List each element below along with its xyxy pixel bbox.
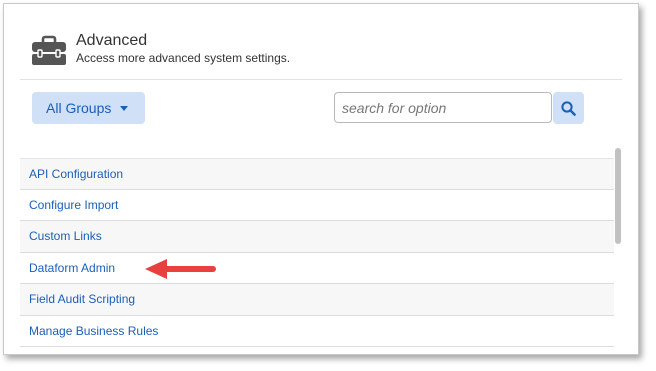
list-item[interactable]: Field Audit Scripting — [20, 284, 614, 316]
list-item[interactable]: Configure Import — [20, 189, 614, 221]
scrollbar-thumb[interactable] — [615, 148, 621, 244]
page-subtitle: Access more advanced system settings. — [76, 51, 291, 65]
list-item[interactable]: Manage Business Rules — [20, 315, 614, 347]
group-filter-dropdown[interactable]: All Groups — [32, 92, 145, 124]
panel-header: Advanced Access more advanced system set… — [4, 4, 638, 80]
option-link-dataform-admin[interactable]: Dataform Admin — [29, 261, 115, 275]
advanced-settings-panel: Advanced Access more advanced system set… — [3, 3, 639, 355]
header-divider — [20, 79, 622, 80]
search-icon — [561, 100, 576, 116]
annotation-arrow-icon — [145, 259, 216, 279]
group-filter-label: All Groups — [46, 100, 112, 116]
caret-down-icon — [120, 105, 129, 111]
option-link-field-audit-scripting[interactable]: Field Audit Scripting — [29, 292, 135, 306]
option-link-manage-business-rules[interactable]: Manage Business Rules — [29, 324, 158, 338]
option-link-custom-links[interactable]: Custom Links — [29, 229, 102, 243]
list-item[interactable]: Custom Links — [20, 221, 614, 253]
page-title: Advanced — [76, 32, 148, 49]
list-item[interactable]: API Configuration — [20, 158, 614, 190]
search-button[interactable] — [553, 92, 584, 124]
option-link-api-configuration[interactable]: API Configuration — [29, 167, 123, 181]
options-list: API Configuration Configure Import Custo… — [20, 158, 614, 354]
list-scrollbar[interactable] — [615, 146, 621, 354]
list-item[interactable]: Dataform Admin — [20, 252, 614, 284]
toolbox-icon — [32, 35, 66, 65]
search-input[interactable] — [334, 92, 552, 123]
option-link-configure-import[interactable]: Configure Import — [29, 198, 118, 212]
